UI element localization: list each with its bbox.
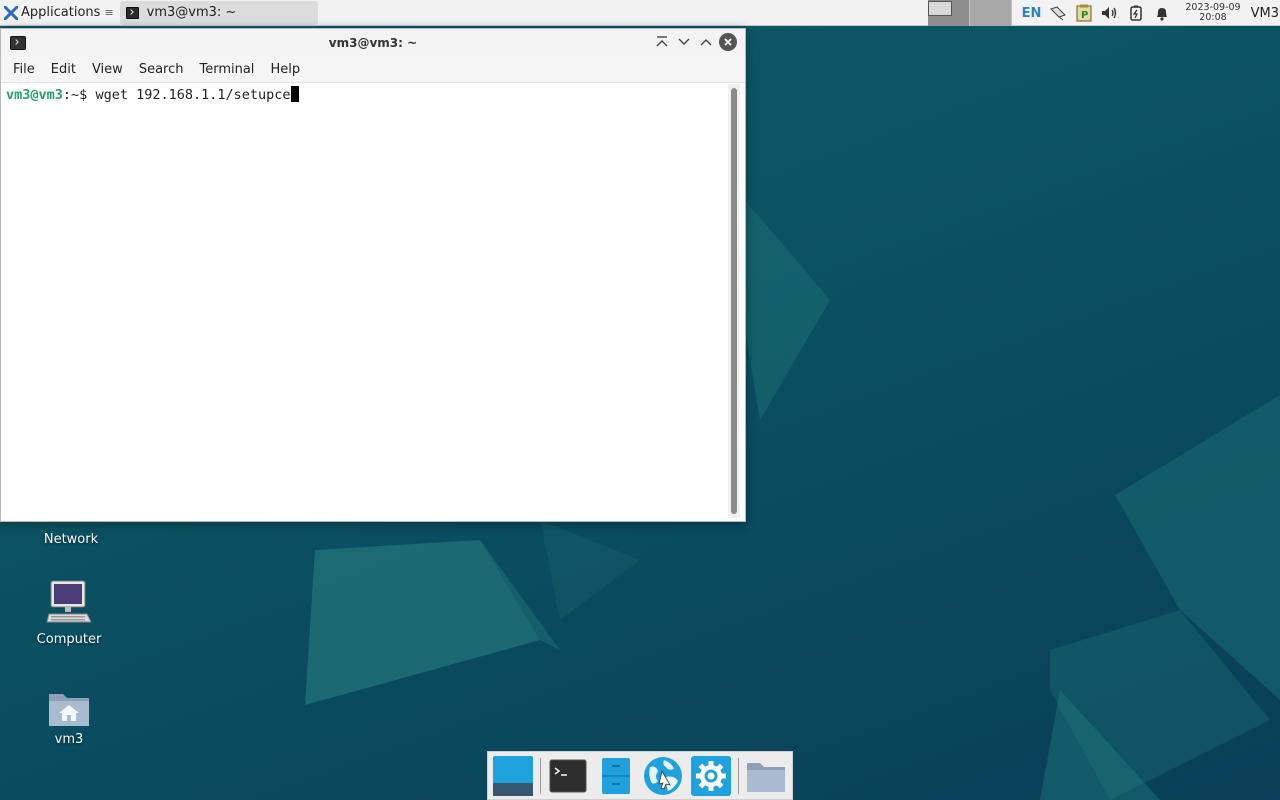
settings-icon <box>691 755 732 796</box>
dock-separator <box>738 757 740 794</box>
xfce-logo-icon <box>4 5 18 20</box>
desktop-icon-label: vm3 <box>54 732 84 747</box>
keep-above-button[interactable] <box>653 33 671 51</box>
minimize-button[interactable] <box>675 33 693 51</box>
show-desktop-icon <box>492 755 533 796</box>
taskbar-window-title: vm3@vm3: ~ <box>146 5 237 20</box>
dock-folder[interactable] <box>744 754 788 798</box>
dock-settings[interactable] <box>689 754 733 798</box>
terminal-icon <box>549 759 587 792</box>
clock-time: 20:08 <box>1199 12 1227 23</box>
chevron-up-icon <box>700 39 712 46</box>
menu-edit[interactable]: Edit <box>43 62 84 77</box>
dock-show-desktop[interactable] <box>491 754 535 798</box>
window-title: vm3@vm3: ~ <box>328 36 418 50</box>
desktop-icon-network[interactable]: Network <box>26 528 116 547</box>
folder-icon <box>747 762 786 792</box>
menu-glyph: ≡ <box>104 6 114 19</box>
menu-terminal[interactable]: Terminal <box>191 62 262 77</box>
battery-icon[interactable] <box>1127 4 1145 22</box>
menu-search[interactable]: Search <box>131 62 192 77</box>
close-button[interactable] <box>719 33 737 51</box>
workspace-switcher[interactable] <box>928 0 1012 26</box>
dock-separator <box>539 757 541 794</box>
web-browser-icon <box>644 756 683 795</box>
window-controls <box>653 33 737 51</box>
workspace-2[interactable] <box>970 0 1012 26</box>
text-cursor <box>290 86 299 102</box>
system-tray: EN P 2023-09-09 20:08 VM3 <box>1022 0 1280 26</box>
close-icon <box>724 38 732 46</box>
prompt-user-host: vm3@vm3 <box>6 87 63 103</box>
dock <box>487 751 793 800</box>
chevron-up-bar-icon <box>656 36 668 47</box>
dock-terminal[interactable] <box>546 754 590 798</box>
workspace-window-preview <box>928 1 952 16</box>
workspace-1[interactable] <box>928 0 970 26</box>
file-manager-icon <box>601 757 630 794</box>
chevron-down-icon <box>678 38 690 45</box>
volume-icon[interactable] <box>1101 4 1119 22</box>
prompt-symbol: $ <box>79 87 96 103</box>
menu-view[interactable]: View <box>84 62 131 77</box>
command-text: wget 192.168.1.1/setupce <box>95 87 291 103</box>
scrollbar-thumb[interactable] <box>731 88 737 514</box>
home-folder-icon <box>49 694 89 726</box>
svg-text:P: P <box>1081 10 1088 21</box>
desktop-icon-computer[interactable]: Computer <box>24 578 114 647</box>
terminal-scrollbar[interactable] <box>728 84 740 518</box>
prompt-path: :~ <box>62 87 80 103</box>
desktop-icon-home[interactable]: vm3 <box>24 688 114 747</box>
clipboard-icon[interactable]: P <box>1075 4 1093 22</box>
network-icon[interactable] <box>1049 4 1067 22</box>
dock-web-browser[interactable] <box>641 754 685 798</box>
notification-bell-icon[interactable] <box>1153 4 1171 22</box>
computer-icon <box>46 580 92 623</box>
top-panel: Applications ≡ vm3@vm3: ~ EN P 2023-09-0… <box>0 0 1280 26</box>
terminal-menubar: File Edit View Search Terminal Help <box>1 57 745 83</box>
terminal-output[interactable]: vm3@vm3:~$ wget 192.168.1.1/setupce <box>6 84 727 518</box>
dock-file-manager[interactable] <box>594 754 638 798</box>
terminal-icon <box>10 36 26 50</box>
panel-clock[interactable]: 2023-09-09 20:08 <box>1185 3 1240 23</box>
applications-label: Applications <box>21 5 101 20</box>
keyboard-layout-indicator[interactable]: EN <box>1022 6 1042 21</box>
menu-help[interactable]: Help <box>262 62 308 77</box>
applications-menu-button[interactable]: Applications ≡ <box>0 0 118 26</box>
terminal-titlebar[interactable]: vm3@vm3: ~ <box>1 29 745 57</box>
taskbar-terminal-button[interactable]: vm3@vm3: ~ <box>119 0 318 25</box>
desktop-icon-label: Network <box>43 532 99 547</box>
user-menu-label[interactable]: VM3 <box>1251 6 1279 21</box>
desktop-icon-label: Computer <box>36 632 102 647</box>
menu-file[interactable]: File <box>5 62 43 77</box>
terminal-window[interactable]: vm3@vm3: ~ File Edit View Search Termina… <box>0 28 746 522</box>
terminal-icon <box>125 6 139 19</box>
maximize-button[interactable] <box>697 33 715 51</box>
